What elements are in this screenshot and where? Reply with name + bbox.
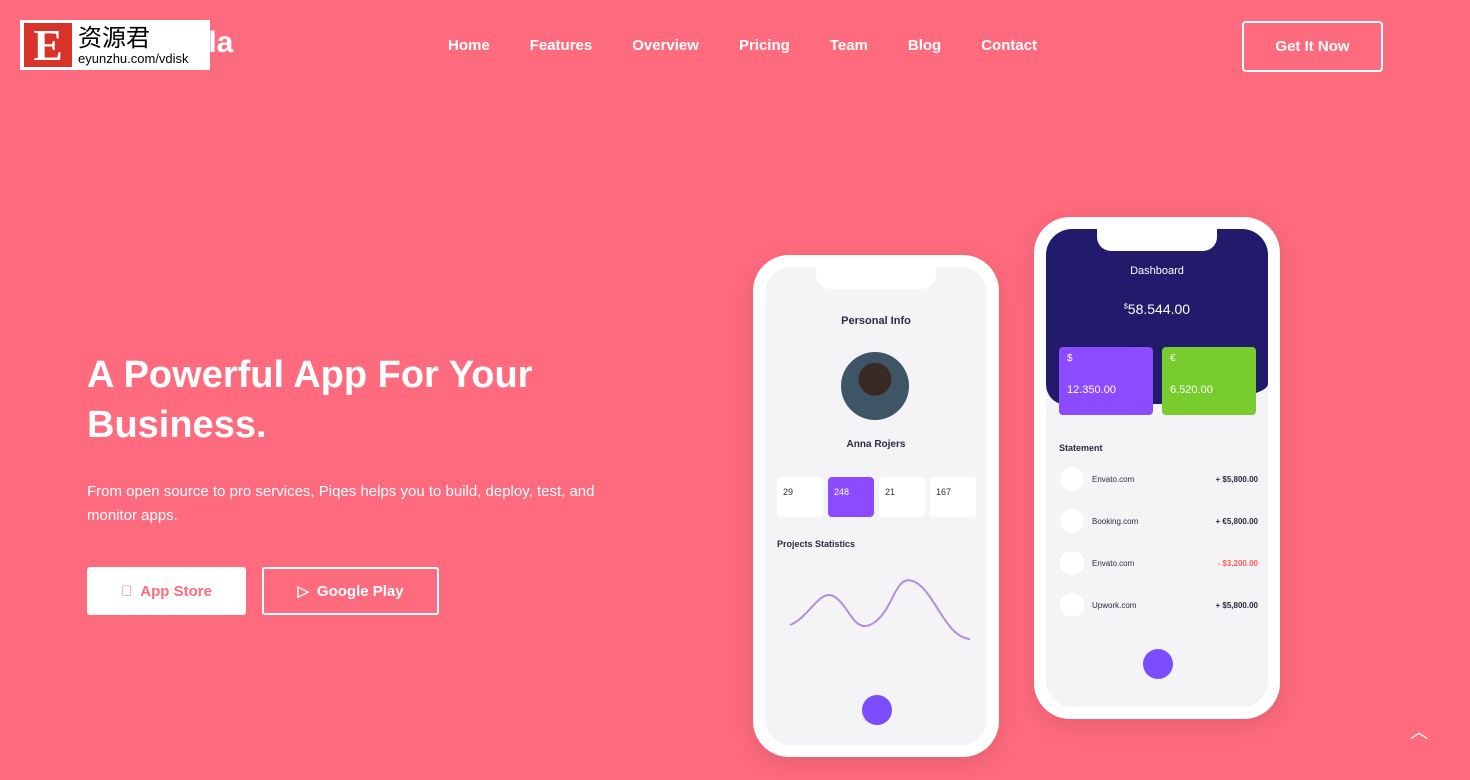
phone-personal-info: Personal Info Anna Rojers 29 248 21 167 … [753, 255, 999, 757]
transaction-row: Envato.com - $3,200.00 [1060, 551, 1258, 575]
transaction-row: Envato.com + $5,800.00 [1060, 467, 1258, 491]
nav-home[interactable]: Home [448, 37, 490, 54]
app-store-button[interactable]: App Store [87, 567, 246, 615]
chart-line [789, 579, 971, 640]
main-nav: Home Features Overview Pricing Team Blog… [448, 37, 1037, 54]
play-icon: ▷ [297, 583, 309, 600]
watermark-url: eyunzhu.com/vdisk [78, 50, 189, 66]
stat-card: 167 [930, 477, 976, 517]
phone-dashboard: Dashboard $58.544.00 $12.350.00 €6.520.0… [1034, 217, 1280, 719]
stat-card: 21 [879, 477, 925, 517]
watermark-letter: E [24, 21, 72, 70]
hero-title: A Powerful App For Your Business. [87, 354, 533, 446]
chart-title: Projects Statistics [777, 539, 856, 549]
card-symbol: € [1170, 353, 1176, 364]
logo[interactable]: ila [200, 26, 233, 60]
monitor-icon[interactable] [1143, 649, 1173, 679]
projects-chart [789, 579, 971, 640]
google-play-label: Google Play [316, 582, 404, 600]
apple-icon:  [121, 583, 132, 600]
watermark-text: 资源君 [78, 23, 150, 52]
scroll-to-top-icon[interactable]: ︿ [1410, 718, 1428, 744]
nav-contact[interactable]: Contact [981, 37, 1037, 54]
profile-name: Anna Rojers [846, 439, 906, 450]
balance-amount: 58.544.00 [1127, 301, 1191, 317]
stat-card: 248 [828, 477, 874, 517]
phone2-title: Dashboard [1130, 265, 1184, 277]
monitor-icon[interactable] [862, 695, 892, 725]
card-amount: 6.520.00 [1170, 384, 1213, 396]
card-amount: 12.350.00 [1067, 384, 1116, 396]
phone1-title: Personal Info [841, 315, 911, 327]
google-play-button[interactable]: ▷ Google Play [262, 567, 439, 615]
nav-blog[interactable]: Blog [908, 37, 941, 54]
stat-card: 29 [777, 477, 823, 517]
card-dollar: $12.350.00 [1059, 347, 1153, 415]
balance: $58.544.00 [1046, 301, 1268, 317]
card-symbol: $ [1067, 353, 1073, 364]
nav-overview[interactable]: Overview [632, 37, 699, 54]
card-euro: €6.520.00 [1162, 347, 1256, 415]
avatar [841, 352, 909, 420]
transaction-row: Booking.com + €5,800.00 [1060, 509, 1258, 533]
transaction-row: Upwork.com + $5,800.00 [1060, 593, 1258, 617]
app-store-label: App Store [134, 582, 212, 600]
watermark: E 资源君 eyunzhu.com/vdisk [20, 20, 210, 70]
nav-pricing[interactable]: Pricing [739, 37, 790, 54]
nav-features[interactable]: Features [530, 37, 593, 54]
get-it-now-button[interactable]: Get It Now [1242, 21, 1383, 72]
hero-description: From open source to pro services, Piqes … [87, 483, 595, 524]
nav-team[interactable]: Team [830, 37, 868, 54]
statement-title: Statement [1059, 443, 1103, 453]
